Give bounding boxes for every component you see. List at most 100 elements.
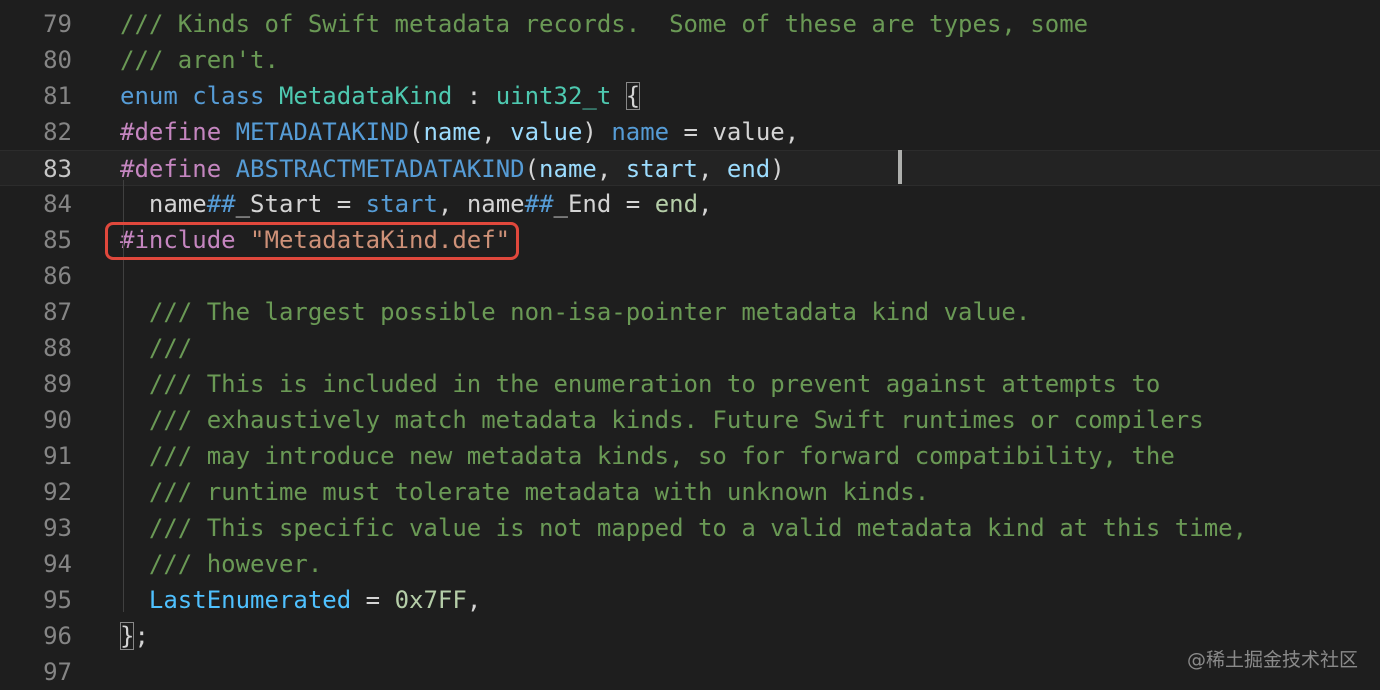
line-number: 94: [43, 550, 72, 578]
indent-guide: [123, 252, 124, 612]
code-token: name: [423, 118, 482, 146]
code-token: ,: [596, 155, 626, 183]
code-text[interactable]: /// This is included in the enumeration …: [120, 366, 1160, 402]
code-token: start: [365, 190, 438, 218]
code-token: LastEnumerated: [148, 586, 352, 614]
code-token: MetadataKind: [278, 82, 453, 110]
code-token: ///: [120, 334, 193, 362]
code-token: /// The largest possible non-isa-pointer…: [120, 298, 1031, 326]
code-text[interactable]: name##_Start = start, name##_End = end,: [120, 186, 713, 222]
line-number: 83: [43, 155, 72, 183]
code-token: /// aren't.: [120, 46, 279, 74]
line-number: 85: [43, 226, 72, 254]
code-text[interactable]: /// This specific value is not mapped to…: [120, 510, 1247, 546]
code-text[interactable]: };: [120, 618, 149, 654]
code-text[interactable]: /// however.: [120, 546, 322, 582]
code-token: ABSTRACTMETADATAKIND: [235, 155, 525, 183]
code-text[interactable]: #define ABSTRACTMETADATAKIND(name, start…: [120, 151, 1380, 187]
code-token: class: [192, 82, 265, 110]
code-text[interactable]: /// The largest possible non-isa-pointer…: [120, 294, 1030, 330]
code-line[interactable]: 80 /// aren't.: [0, 42, 1380, 78]
code-line[interactable]: 92 /// runtime must tolerate metadata wi…: [0, 474, 1380, 510]
code-line[interactable]: 81 enum class MetadataKind : uint32_t {: [0, 78, 1380, 114]
text-cursor: [898, 150, 902, 184]
code-token: ##: [206, 190, 236, 218]
code-token: name: [539, 155, 597, 183]
watermark: @稀土掘金技术社区: [1186, 649, 1358, 671]
line-number: 82: [43, 118, 72, 146]
code-line[interactable]: 84 name##_Start = start, name##_End = en…: [0, 186, 1380, 222]
code-line[interactable]: 82 #define METADATAKIND(name, value) name…: [0, 114, 1380, 150]
code-token: #define: [120, 155, 222, 183]
code-text[interactable]: /// may introduce new metadata kinds, so…: [120, 438, 1175, 474]
code-line[interactable]: 79 /// Kinds of Swift metadata records. S…: [0, 6, 1380, 42]
code-token: /// runtime must tolerate metadata with …: [120, 478, 930, 506]
code-text[interactable]: /// exhaustively match metadata kinds. F…: [120, 402, 1204, 438]
line-number: 91: [43, 442, 72, 470]
code-text[interactable]: /// Kinds of Swift metadata records. Som…: [120, 6, 1088, 42]
code-token: /// Kinds of Swift metadata records. Som…: [120, 10, 1089, 38]
code-token: uint32_t: [495, 82, 612, 110]
code-token: #define: [120, 118, 222, 146]
code-token: ,: [698, 190, 713, 218]
code-token: /// however.: [120, 550, 323, 578]
line-number: 93: [43, 514, 72, 542]
code-token: name: [120, 190, 207, 218]
line-number: 97: [43, 658, 72, 686]
code-token: ,: [437, 190, 467, 218]
code-text[interactable]: /// aren't.: [120, 42, 279, 78]
include-highlight-box: [105, 222, 519, 260]
code-token: }: [120, 622, 135, 650]
code-token: (: [409, 118, 424, 146]
line-number: 84: [43, 190, 72, 218]
code-token: ##: [524, 190, 554, 218]
code-editor[interactable]: 79 /// Kinds of Swift metadata records. S…: [0, 0, 1380, 690]
code-token: /// exhaustively match metadata kinds. F…: [120, 406, 1204, 434]
code-token: =: [351, 586, 395, 614]
code-token: /// This specific value is not mapped to…: [120, 514, 1248, 542]
code-token: _Start: [235, 190, 323, 218]
code-token: ): [770, 155, 785, 183]
line-number: 86: [43, 262, 72, 290]
code-token: name: [466, 190, 525, 218]
code-token: value: [510, 118, 583, 146]
code-token: end: [654, 190, 699, 218]
line-number: 80: [43, 46, 72, 74]
code-text[interactable]: #define METADATAKIND(name, value) name =…: [120, 114, 799, 150]
code-token: =: [669, 118, 713, 146]
code-text[interactable]: enum class MetadataKind : uint32_t {: [120, 78, 641, 114]
code-token: ,: [784, 118, 800, 146]
code-token: /// This is included in the enumeration …: [120, 370, 1161, 398]
code-token: _End: [553, 190, 612, 218]
code-token: name: [611, 118, 670, 146]
code-token: =: [322, 190, 366, 218]
code-line[interactable]: 89 /// This is included in the enumerati…: [0, 366, 1380, 402]
code-token: =: [611, 190, 655, 218]
code-line[interactable]: 93 /// This specific value is not mapped…: [0, 510, 1380, 546]
code-line[interactable]: 83 #define ABSTRACTMETADATAKIND(name, sta…: [0, 150, 1380, 186]
code-line[interactable]: 88 ///: [0, 330, 1380, 366]
code-token: 0x7FF: [394, 586, 467, 614]
code-token: ,: [698, 155, 727, 183]
code-text[interactable]: /// runtime must tolerate metadata with …: [120, 474, 929, 510]
code-text[interactable]: ///: [120, 330, 192, 366]
line-number: 92: [43, 478, 72, 506]
code-line[interactable]: 97: [0, 654, 1380, 690]
code-line[interactable]: 91 /// may introduce new metadata kinds,…: [0, 438, 1380, 474]
code-line[interactable]: 94 /// however.: [0, 546, 1380, 582]
code-line[interactable]: 96};: [0, 618, 1380, 654]
code-line[interactable]: 90 /// exhaustively match metadata kinds…: [0, 402, 1380, 438]
code-token: ,: [481, 118, 511, 146]
code-line[interactable]: 86: [0, 258, 1380, 294]
code-line[interactable]: 95 LastEnumerated = 0x7FF,: [0, 582, 1380, 618]
line-number: 88: [43, 334, 72, 362]
line-number: 87: [43, 298, 72, 326]
code-line[interactable]: 87 /// The largest possible non-isa-poin…: [0, 294, 1380, 330]
code-text[interactable]: LastEnumerated = 0x7FF,: [120, 582, 481, 618]
code-token: :: [452, 82, 496, 110]
